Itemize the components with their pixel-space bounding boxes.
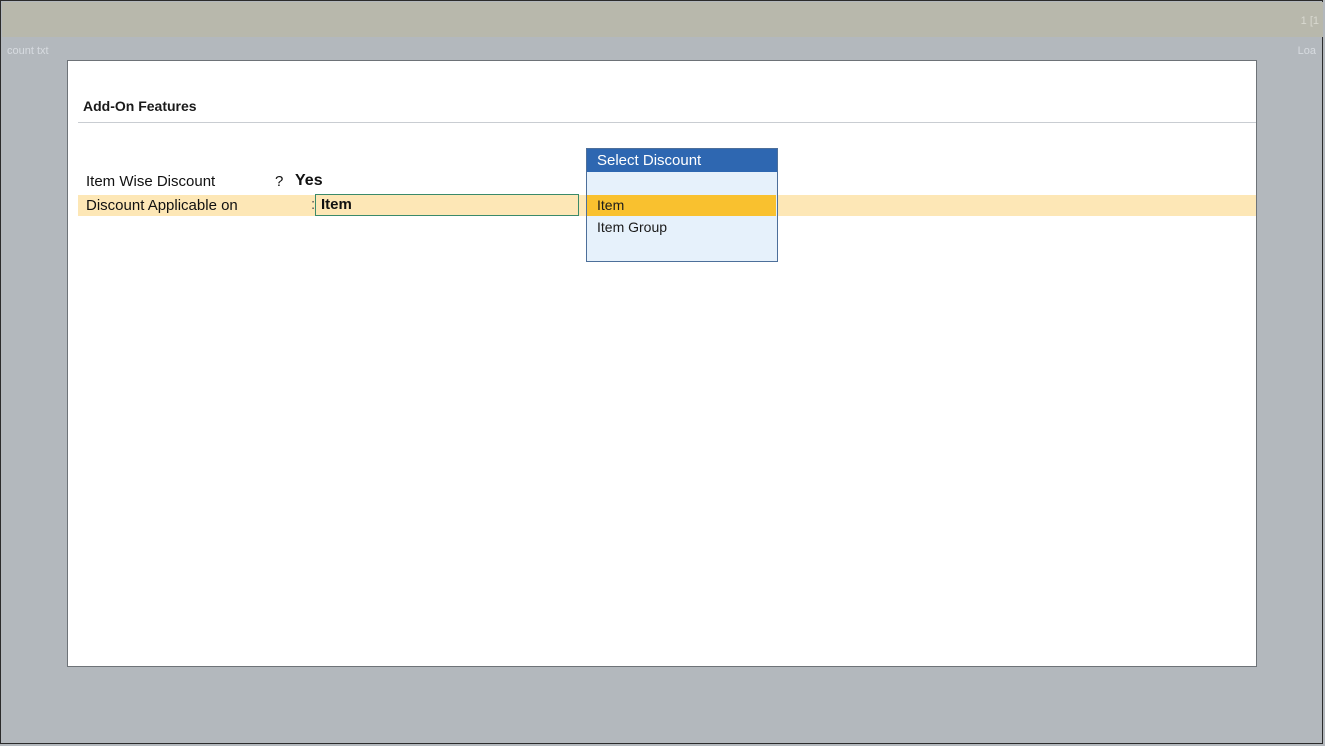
item-wise-discount-value[interactable]: Yes [295,172,323,190]
page-counter: 1 [1 [1300,15,1319,27]
select-discount-popup[interactable]: Select Discount Item Item Group [586,148,778,262]
popup-title: Select Discount [587,149,777,172]
item-wise-discount-separator: ? [275,173,284,190]
item-wise-discount-label: Item Wise Discount [86,173,216,190]
window-frame: 1 [1 count txt Loa Add-On Features Item … [0,0,1323,744]
discount-applicable-on-label: Discount Applicable on [86,197,238,214]
title-divider [78,122,1256,123]
discount-applicable-on-value[interactable]: Item [321,196,352,213]
discount-applicable-on-field[interactable]: Item [315,194,579,216]
background-report-label: count txt [7,45,49,57]
top-bar: 1 [1 [2,2,1323,37]
option-item-group[interactable]: Item Group [587,217,776,238]
background-status-label: Loa [1297,45,1316,57]
option-item[interactable]: Item [587,195,776,216]
panel-title: Add-On Features [83,98,197,114]
